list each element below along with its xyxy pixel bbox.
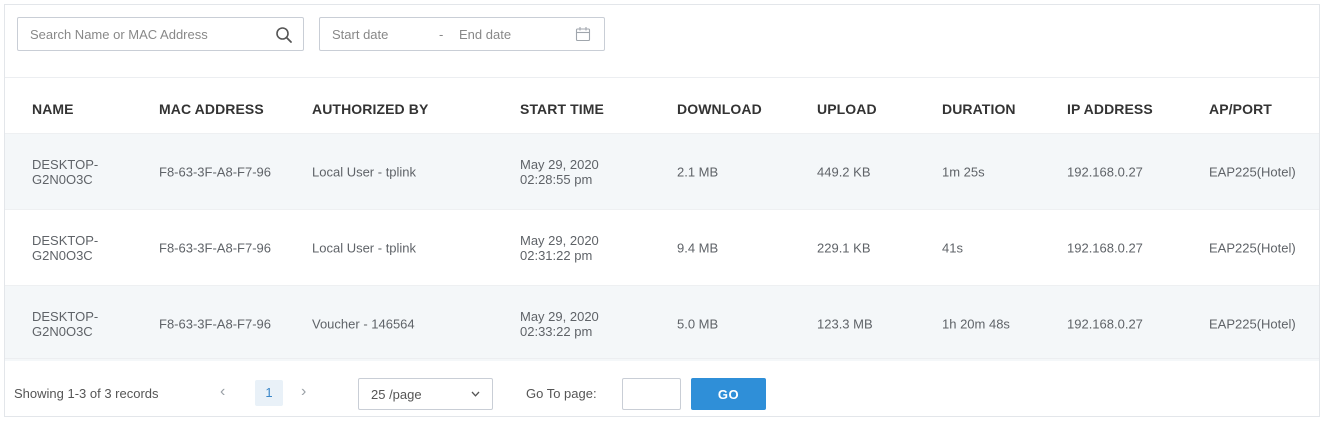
header-duration[interactable]: DURATION (942, 101, 1016, 117)
cell-upload: 123.3 MB (817, 316, 873, 331)
header-authorized-by[interactable]: AUTHORIZED BY (312, 101, 428, 117)
header-name[interactable]: NAME (32, 101, 74, 117)
search-icon[interactable] (275, 26, 293, 44)
chevron-right-icon[interactable]: › (301, 383, 306, 401)
cell-mac: F8-63-3F-A8-F7-96 (159, 164, 271, 179)
footer-divider (5, 358, 1319, 359)
table-row[interactable]: DESKTOP- G2N0O3C F8-63-3F-A8-F7-96 Local… (5, 133, 1319, 209)
cell-start-time: May 29, 2020 02:28:55 pm (520, 156, 599, 187)
cell-upload: 229.1 KB (817, 240, 871, 255)
chevron-down-icon (471, 391, 480, 397)
cell-mac: F8-63-3F-A8-F7-96 (159, 240, 271, 255)
cell-ap-port: EAP225(Hotel) (1209, 316, 1296, 331)
cell-download: 9.4 MB (677, 240, 719, 255)
cell-ap-port: EAP225(Hotel) (1209, 164, 1296, 179)
cell-authorized-by: Local User - tplink (312, 240, 417, 255)
goto-page-input[interactable] (622, 378, 681, 410)
page-size-select[interactable]: 25 /page (358, 378, 493, 410)
calendar-icon[interactable] (575, 26, 591, 42)
header-start-time[interactable]: START TIME (520, 101, 604, 117)
end-date-field[interactable]: End date (459, 27, 511, 42)
cell-ip-address: 192.168.0.27 (1067, 240, 1143, 255)
date-range-picker[interactable]: Start date - End date (319, 17, 605, 51)
go-button[interactable]: GO (691, 378, 766, 410)
cell-name: DESKTOP- G2N0O3C (32, 308, 99, 339)
header-ap-port[interactable]: AP/PORT (1209, 101, 1272, 117)
cell-authorized-by: Local User - tplink (312, 164, 417, 179)
start-date-field[interactable]: Start date (332, 27, 388, 42)
cell-start-time: May 29, 2020 02:33:22 pm (520, 308, 599, 339)
cell-duration: 41s (942, 240, 963, 255)
cell-ap-port: EAP225(Hotel) (1209, 240, 1296, 255)
header-ip-address[interactable]: IP ADDRESS (1067, 101, 1153, 117)
cell-authorized-by: Voucher - 146564 (312, 316, 415, 331)
cell-start-time: May 29, 2020 02:31:22 pm (520, 232, 599, 263)
cell-ip-address: 192.168.0.27 (1067, 316, 1143, 331)
header-mac-address[interactable]: MAC ADDRESS (159, 101, 264, 117)
client-history-table: NAME MAC ADDRESS AUTHORIZED BY START TIM… (5, 83, 1319, 361)
cell-duration: 1h 20m 48s (942, 316, 1010, 331)
goto-page-label: Go To page: (526, 386, 597, 401)
page-size-value: 25 /page (371, 387, 422, 402)
chevron-left-icon[interactable]: ‹ (220, 383, 225, 401)
cell-name: DESKTOP- G2N0O3C (32, 232, 99, 263)
date-separator: - (439, 27, 444, 42)
search-input[interactable] (30, 26, 270, 42)
header-download[interactable]: DOWNLOAD (677, 101, 762, 117)
table-row[interactable]: DESKTOP- G2N0O3C F8-63-3F-A8-F7-96 Local… (5, 209, 1319, 285)
cell-download: 2.1 MB (677, 164, 719, 179)
cell-duration: 1m 25s (942, 164, 985, 179)
cell-ip-address: 192.168.0.27 (1067, 164, 1143, 179)
table-row[interactable]: DESKTOP- G2N0O3C F8-63-3F-A8-F7-96 Vouch… (5, 285, 1319, 361)
search-field[interactable] (17, 17, 304, 51)
header-upload[interactable]: UPLOAD (817, 101, 877, 117)
table-header: NAME MAC ADDRESS AUTHORIZED BY START TIM… (5, 83, 1319, 133)
filter-divider (5, 77, 1319, 78)
cell-name: DESKTOP- G2N0O3C (32, 156, 99, 187)
cell-mac: F8-63-3F-A8-F7-96 (159, 316, 271, 331)
cell-upload: 449.2 KB (817, 164, 871, 179)
cell-download: 5.0 MB (677, 316, 719, 331)
page-number-current[interactable]: 1 (255, 380, 283, 406)
records-summary: Showing 1-3 of 3 records (14, 386, 159, 401)
client-history-panel: Start date - End date NAME MAC ADDRESS A… (4, 4, 1320, 417)
